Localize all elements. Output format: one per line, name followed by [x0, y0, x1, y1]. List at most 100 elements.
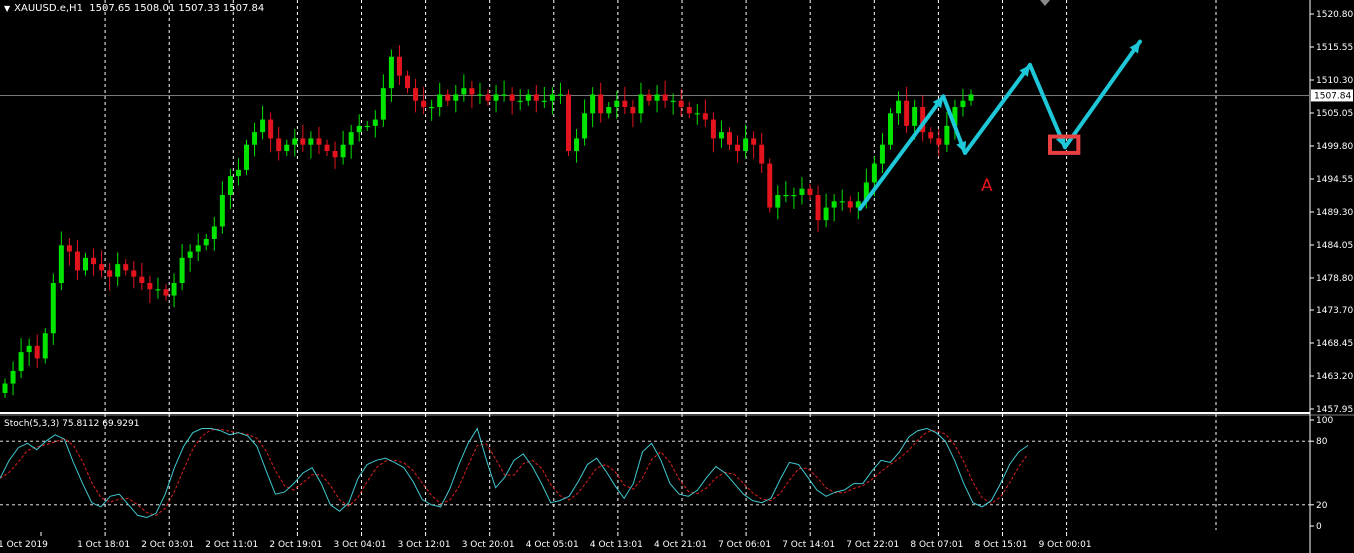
candle-bear	[735, 144, 741, 152]
candle-bull	[18, 352, 24, 371]
indicator-header: Stoch(5,3,3) 75.8112 69.9291	[4, 419, 139, 429]
candle-bull	[195, 245, 201, 252]
candle-bull	[429, 107, 435, 109]
candle-bear	[759, 144, 765, 164]
candle-bull	[453, 94, 459, 101]
candle-bull	[968, 94, 974, 101]
candle-bull	[58, 245, 64, 283]
candle-bull	[83, 257, 88, 271]
candle-bull	[831, 201, 837, 208]
candle-bear	[936, 138, 942, 145]
candle-bull	[187, 251, 193, 258]
stoch-y-tick-label: 80	[1316, 437, 1328, 447]
candle-bull	[879, 144, 885, 164]
candle-bull	[308, 138, 314, 145]
candle-bear	[163, 289, 169, 296]
candle-bull	[799, 188, 805, 196]
candle-bear	[598, 94, 604, 114]
candle-bull	[582, 113, 588, 139]
candle-bull	[517, 100, 523, 102]
candle-bear	[34, 345, 40, 359]
candle-bear	[413, 88, 419, 101]
wave-arrow-segment	[963, 62, 1032, 155]
candle-bear	[727, 132, 732, 145]
x-tick-label: 4 Oct 13:01	[590, 540, 643, 550]
candle-bull	[10, 370, 16, 384]
x-tick-label: 4 Oct 05:01	[526, 540, 579, 550]
candle-bull	[211, 226, 217, 239]
candle-bear	[421, 100, 427, 108]
candle-bear	[630, 107, 636, 114]
y-tick-label: 1510.30	[1316, 76, 1353, 86]
y-tick-label: 1515.55	[1316, 43, 1353, 53]
ohlc-readout: 1507.65 1508.01 1507.33 1507.84	[89, 3, 265, 14]
symbol-label: XAUUSD.e,H1	[14, 3, 83, 14]
candle-bear	[300, 138, 306, 145]
candle-bear	[396, 56, 402, 76]
stoch-signal-line	[0, 428, 1029, 516]
candle-bull	[614, 100, 620, 108]
candle-bear	[702, 113, 708, 120]
candle-bull	[791, 195, 797, 197]
chart-header: ▼ XAUUSD.e,H1 1507.65 1508.01 1507.33 150…	[4, 3, 264, 14]
current-price-label: 1507.84	[1314, 91, 1351, 101]
candle-bull	[260, 119, 266, 133]
candle-bear	[74, 251, 80, 271]
candle-bull	[590, 94, 596, 114]
candle-bear	[107, 270, 113, 277]
x-tick-label: 9 Oct 00:01	[1039, 540, 1092, 550]
triangle-down-icon[interactable]: ▼	[4, 4, 10, 13]
x-tick-label: 2 Oct 11:01	[205, 540, 258, 550]
x-tick-label: 2 Oct 03:01	[141, 540, 194, 550]
candle-bull	[743, 138, 749, 152]
candle-bull	[638, 94, 644, 114]
chart-window[interactable]: 1507.84 1 Oct 2019 1 Oct 18:01 2 Oct 03:01…	[0, 0, 1354, 553]
candle-bull	[179, 257, 185, 283]
y-tick-label: 1505.05	[1316, 109, 1353, 119]
scroll-marker-icon[interactable]	[1040, 0, 1050, 6]
y-tick-label: 1478.80	[1316, 274, 1353, 284]
candle-bear	[807, 188, 813, 196]
candle-bull	[896, 100, 902, 114]
candle-bear	[686, 107, 692, 114]
candle-bear	[469, 88, 475, 95]
candle-bull	[42, 333, 48, 359]
candle-bull	[775, 195, 781, 208]
candle-bull	[501, 94, 507, 96]
candle-bear	[332, 151, 338, 158]
candle-bull	[50, 282, 56, 334]
x-tick-label: 1 Oct 18:01	[77, 540, 130, 550]
y-tick-label: 1520.80	[1316, 10, 1353, 20]
stoch-y-tick-label: 100	[1316, 416, 1333, 426]
candle-bear	[847, 201, 853, 208]
panel-separator	[0, 412, 1310, 414]
candle-bear	[678, 100, 684, 108]
wave-arrow-segment	[858, 94, 946, 211]
candle-bull	[292, 138, 298, 145]
wave-label-a: A	[981, 176, 993, 196]
x-tick-label: 8 Oct 07:01	[910, 540, 963, 550]
x-tick-label: 8 Oct 15:01	[975, 540, 1028, 550]
candle-bull	[871, 163, 877, 183]
candle-bear	[276, 138, 282, 152]
candle-bear	[815, 195, 821, 221]
candle-bear	[139, 276, 145, 283]
chart-canvas[interactable]: 1507.84 1 Oct 2019 1 Oct 18:01 2 Oct 03:01…	[0, 0, 1354, 553]
candle-bear	[509, 94, 515, 101]
candle-bull	[252, 132, 258, 145]
candle-bull	[888, 113, 893, 145]
candle-bull	[493, 94, 499, 101]
candle-bull	[219, 195, 225, 227]
candle-bull	[372, 119, 378, 126]
candle-bull	[557, 94, 563, 96]
candle-bull	[356, 125, 362, 133]
candle-bull	[912, 107, 918, 126]
candle-bear	[928, 132, 934, 139]
x-tick-label: 4 Oct 21:01	[654, 540, 707, 550]
x-tick-label: 1 Oct 2019	[0, 540, 48, 550]
candle-bull	[606, 107, 612, 114]
y-tick-label: 1499.80	[1316, 142, 1353, 152]
y-tick-label: 1463.20	[1316, 372, 1353, 382]
candle-bear	[123, 264, 129, 271]
candle-bear	[710, 119, 716, 139]
